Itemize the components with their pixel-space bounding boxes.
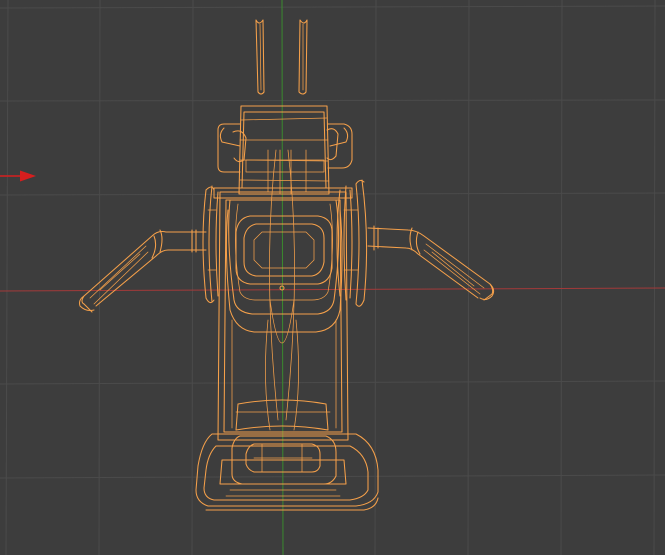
shoulder-left: [202, 185, 219, 304]
robot-mesh-wireframe[interactable]: [78, 19, 495, 511]
3d-viewport[interactable]: [0, 0, 665, 555]
object-origin-arrow-icon[interactable]: [0, 170, 36, 182]
viewport-grid: [0, 0, 665, 555]
antenna-left: [255, 19, 265, 95]
antenna-right: [298, 19, 308, 95]
robot-base: [195, 433, 379, 511]
viewport-canvas[interactable]: [0, 0, 665, 555]
arm-left: [78, 229, 207, 313]
robot-head: [217, 105, 353, 195]
